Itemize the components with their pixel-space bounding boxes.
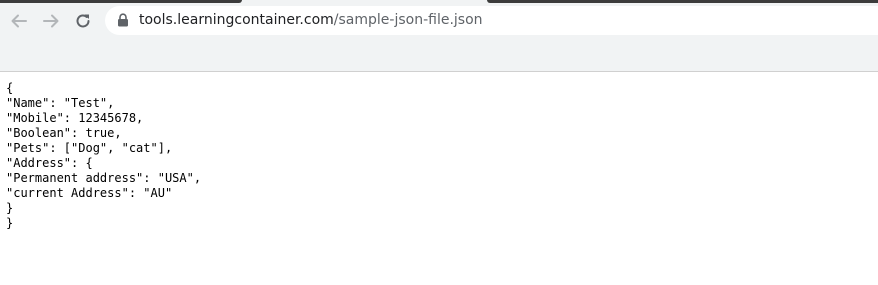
forward-button[interactable] (40, 10, 62, 32)
json-line: "Name": "Test", (6, 96, 115, 110)
back-button[interactable] (8, 10, 30, 32)
json-line: "Pets": ["Dog", "cat"], (6, 141, 173, 155)
json-line: "Address": { (6, 156, 93, 170)
json-line: "current Address": "AU" (6, 186, 173, 200)
browser-toolbar: tools.learningcontainer.com/sample-json-… (0, 0, 878, 72)
tab-strip-left[interactable] (0, 0, 242, 3)
json-line: } (6, 216, 14, 230)
page-content: {"Name": "Test", "Mobile": 12345678, "Bool… (0, 72, 878, 231)
reload-button[interactable] (72, 10, 94, 32)
arrow-right-icon (43, 14, 59, 28)
json-line: } (6, 201, 14, 215)
json-line: { (6, 81, 14, 95)
json-line: "Mobile": 12345678, (6, 111, 144, 125)
url-text[interactable]: tools.learningcontainer.com/sample-json-… (139, 12, 483, 29)
address-bar[interactable]: tools.learningcontainer.com/sample-json-… (105, 6, 878, 35)
lock-icon[interactable] (117, 13, 129, 27)
url-host: tools.learningcontainer.com (139, 12, 334, 28)
json-document: {"Name": "Test", "Mobile": 12345678, "Bool… (6, 81, 872, 231)
reload-icon (76, 14, 90, 28)
json-line: "Permanent address": "USA", (6, 171, 202, 185)
json-line: "Boolean": true, (6, 126, 122, 140)
url-path: /sample-json-file.json (333, 12, 483, 28)
tab-strip-right[interactable] (487, 0, 878, 3)
arrow-left-icon (11, 14, 27, 28)
